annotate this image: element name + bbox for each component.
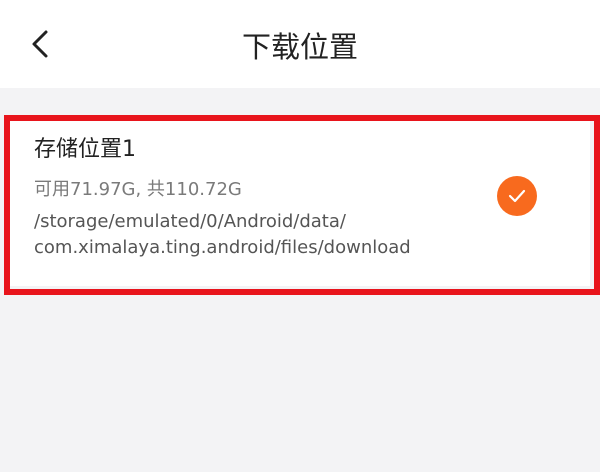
storage-name: 存储位置1 bbox=[34, 137, 136, 162]
storage-path: /storage/emulated/0/Android/data/ com.xi… bbox=[34, 209, 504, 261]
storage-path-line-2: com.ximalaya.ting.android/files/download bbox=[34, 237, 411, 258]
top-bar: 下载位置 bbox=[0, 0, 600, 88]
selected-badge[interactable] bbox=[497, 176, 537, 216]
storage-location-item[interactable]: 存储位置1 可用71.97G, 共110.72G /storage/emulat… bbox=[10, 121, 590, 286]
storage-capacity: 可用71.97G, 共110.72G bbox=[34, 179, 242, 200]
storage-path-line-1: /storage/emulated/0/Android/data/ bbox=[34, 211, 346, 232]
check-icon bbox=[508, 189, 526, 203]
page-title: 下载位置 bbox=[241, 30, 358, 64]
